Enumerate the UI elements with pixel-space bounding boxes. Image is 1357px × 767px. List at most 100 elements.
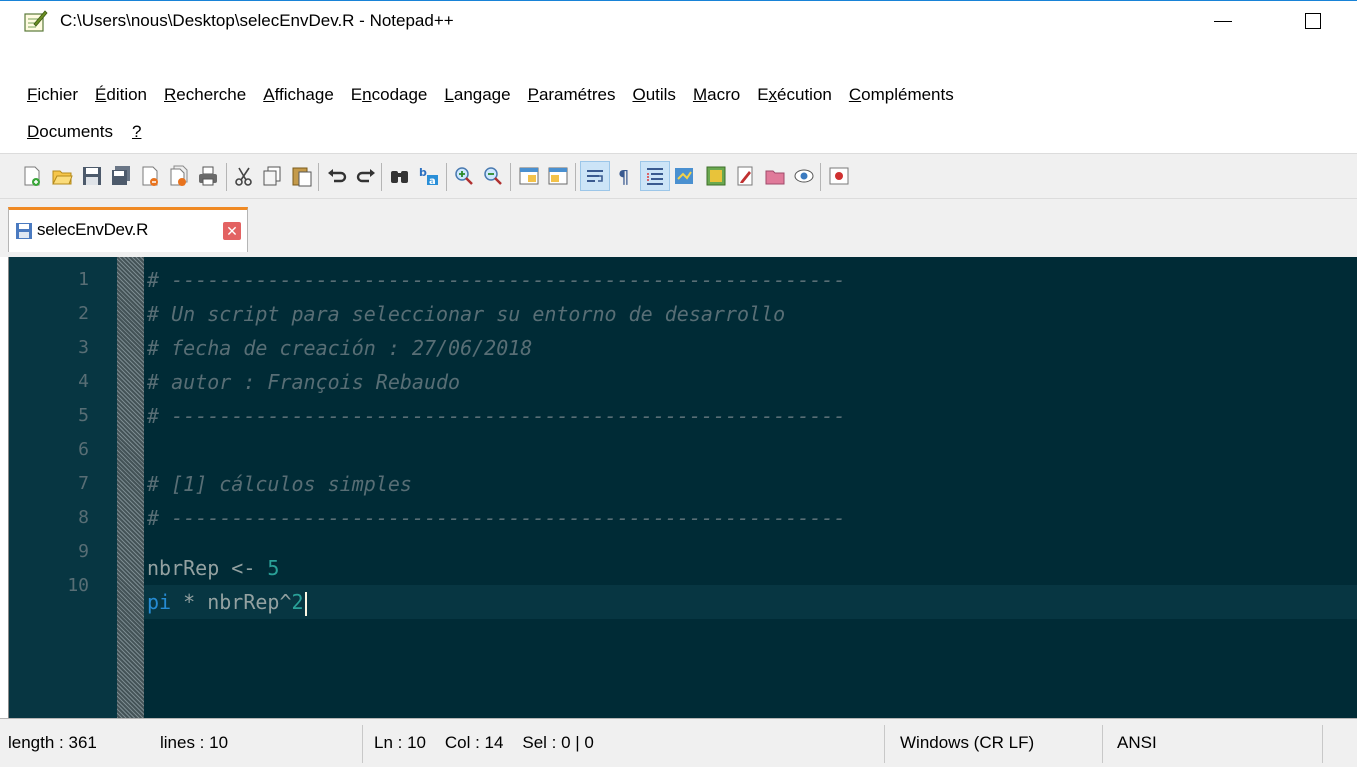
toolbar-separator [820, 163, 821, 191]
notepad-app-icon [24, 10, 48, 32]
code-token: 2 [291, 590, 304, 614]
status-lines: lines : 10 [160, 733, 229, 752]
line-number: 5 [78, 405, 89, 426]
redo-icon[interactable] [355, 165, 377, 187]
svg-text:¶: ¶ [618, 167, 629, 187]
print-icon[interactable] [197, 165, 219, 187]
menu-affichage[interactable]: Affichage [263, 85, 334, 105]
menu-edition[interactable]: Édition [95, 85, 147, 105]
menu-bar-row2: Documents ? [0, 117, 158, 147]
code-line: # [1] cálculos simples [147, 472, 412, 496]
title-bar: C:\Users\nous\Desktop\selecEnvDev.R - No… [0, 0, 1357, 40]
undo-icon[interactable] [326, 165, 348, 187]
status-encoding[interactable]: ANSI [1117, 733, 1157, 753]
monitoring-icon[interactable] [793, 165, 815, 187]
toolbar-separator [318, 163, 319, 191]
line-number: 2 [78, 303, 89, 324]
new-file-icon[interactable] [21, 165, 43, 187]
fold-margin[interactable] [117, 257, 144, 718]
save-icon[interactable] [81, 165, 103, 187]
zoom-in-icon[interactable] [453, 165, 475, 187]
status-length: length : 361 [8, 733, 97, 752]
menu-recherche[interactable]: Recherche [164, 85, 246, 105]
folder-workspace-icon[interactable] [735, 165, 757, 187]
status-position: Ln : 10 Col : 14 Sel : 0 | 0 [374, 733, 594, 752]
code-line: nbrRep <- 5 [147, 551, 279, 585]
sync-vertical-icon[interactable] [518, 165, 540, 187]
status-divider [1102, 725, 1103, 763]
tab-label: selecEnvDev.R [37, 220, 149, 239]
sync-horizontal-icon[interactable] [547, 165, 569, 187]
code-token: pi [147, 590, 172, 614]
indent-guide-icon [647, 168, 663, 185]
toolbar-separator [381, 163, 382, 191]
maximize-icon [1305, 13, 1321, 29]
menu-langage[interactable]: Langage [444, 85, 510, 105]
code-line: # --------------------------------------… [147, 404, 846, 428]
line-number: 10 [67, 575, 89, 596]
open-file-icon[interactable] [51, 165, 73, 187]
svg-text:a: a [429, 176, 436, 187]
line-number: 7 [78, 473, 89, 494]
record-macro-icon[interactable] [828, 165, 850, 187]
line-number: 4 [78, 371, 89, 392]
close-all-icon[interactable] [168, 165, 190, 187]
toolbar: ba ¶ [0, 153, 1357, 199]
saved-file-icon [16, 223, 32, 239]
toolbar-separator [446, 163, 447, 191]
toolbar-separator [575, 163, 576, 191]
window-title: C:\Users\nous\Desktop\selecEnvDev.R - No… [60, 11, 454, 30]
menu-macro[interactable]: Macro [693, 85, 740, 105]
line-number: 1 [78, 269, 89, 290]
toolbar-separator [226, 163, 227, 191]
code-line: # autor : François Rebaudo [147, 370, 461, 394]
minimize-button[interactable] [1200, 1, 1246, 41]
find-icon[interactable] [389, 165, 411, 187]
replace-icon[interactable]: ba [418, 165, 440, 187]
menu-help[interactable]: ? [132, 122, 141, 142]
zoom-out-icon[interactable] [482, 165, 504, 187]
line-number-gutter: 1 2 3 4 5 6 7 8 9 10 [9, 257, 117, 718]
tab-close-icon[interactable]: ✕ [223, 222, 241, 240]
function-list-icon[interactable] [705, 165, 727, 187]
status-eol[interactable]: Windows (CR LF) [900, 733, 1034, 753]
code-token: nbrRep <- [147, 556, 268, 580]
status-divider [362, 725, 363, 763]
status-divider [1322, 725, 1323, 763]
code-line: pi * nbrRep^2 [147, 585, 307, 619]
line-number: 9 [78, 541, 89, 562]
copy-icon[interactable] [262, 165, 284, 187]
notepadpp-window: C:\Users\nous\Desktop\selecEnvDev.R - No… [0, 0, 1357, 767]
code-token: 5 [267, 556, 280, 580]
show-all-chars-icon[interactable]: ¶ [613, 165, 635, 187]
code-editor[interactable]: 1 2 3 4 5 6 7 8 9 10 # -----------------… [8, 257, 1357, 718]
paste-icon[interactable] [291, 165, 313, 187]
toolbar-separator [510, 163, 511, 191]
status-bar: length : 361 lines : 10 Ln : 10 Col : 14… [0, 718, 1357, 767]
code-token: * nbrRep^ [171, 590, 292, 614]
menu-bar: Fichier Édition Recherche Affichage Enco… [0, 80, 971, 110]
minimize-icon [1214, 20, 1232, 22]
code-line: # fecha de creación : 27/06/2018 [147, 336, 533, 360]
menu-parametres[interactable]: Paramétres [528, 85, 616, 105]
code-line: # --------------------------------------… [147, 268, 846, 292]
cut-icon[interactable] [233, 165, 255, 187]
close-icon[interactable] [139, 165, 161, 187]
status-divider [884, 725, 885, 763]
menu-outils[interactable]: Outils [632, 85, 675, 105]
menu-documents[interactable]: Documents [27, 122, 113, 142]
current-line-highlight [144, 585, 1357, 619]
menu-execution[interactable]: Exécution [757, 85, 832, 105]
maximize-button[interactable] [1290, 1, 1336, 41]
word-wrap-icon [587, 170, 603, 182]
line-number: 3 [78, 337, 89, 358]
doc-map-icon[interactable] [673, 165, 695, 187]
menu-fichier[interactable]: Fichier [27, 85, 78, 105]
menu-complements[interactable]: Compléments [849, 85, 954, 105]
code-line: # --------------------------------------… [147, 506, 846, 530]
save-all-icon[interactable] [110, 165, 132, 187]
menu-encodage[interactable]: Encodage [351, 85, 428, 105]
doc-list-icon[interactable] [764, 165, 786, 187]
tab-selecenvdev[interactable]: selecEnvDev.R ✕ [8, 207, 248, 252]
text-cursor [304, 591, 307, 616]
